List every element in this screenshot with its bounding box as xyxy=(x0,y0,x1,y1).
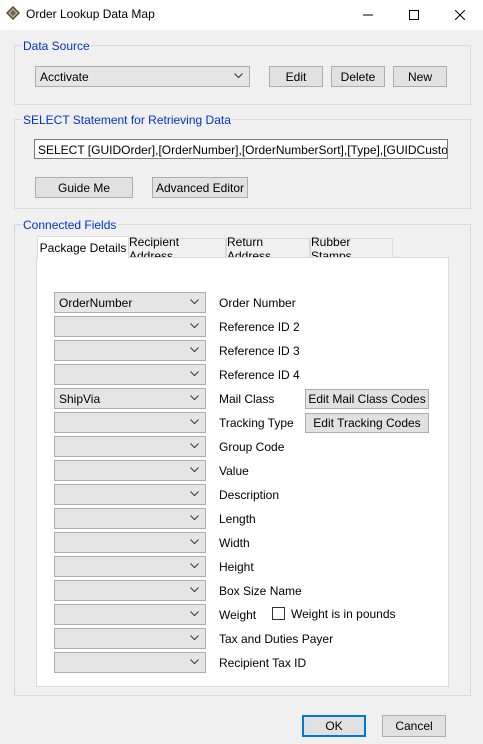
select-statement-text: SELECT [GUIDOrder],[OrderNumber],[OrderN… xyxy=(38,143,448,157)
chevron-down-icon xyxy=(190,395,199,401)
edit-data-source-button[interactable]: Edit xyxy=(269,66,323,87)
close-button[interactable] xyxy=(437,0,483,30)
field-select[interactable] xyxy=(54,340,206,361)
field-label: Box Size Name xyxy=(219,584,302,598)
field-select[interactable] xyxy=(54,532,206,553)
field-label: Tracking Type xyxy=(219,416,294,430)
field-label: Weight xyxy=(219,608,257,622)
chevron-down-icon xyxy=(190,467,199,473)
chevron-down-icon xyxy=(190,539,199,545)
field-select-value: ShipVia xyxy=(59,392,101,406)
chevron-down-icon xyxy=(190,443,199,449)
field-select[interactable] xyxy=(54,508,206,529)
guide-me-button[interactable]: Guide Me xyxy=(35,177,133,198)
advanced-editor-button[interactable]: Advanced Editor xyxy=(152,177,248,198)
weight-in-pounds-label: Weight is in pounds xyxy=(291,607,396,621)
field-select[interactable] xyxy=(54,364,206,385)
field-label: Description xyxy=(219,488,280,502)
field-select[interactable] xyxy=(54,316,206,337)
field-select[interactable] xyxy=(54,436,206,457)
maximize-button[interactable] xyxy=(391,0,437,30)
chevron-down-icon xyxy=(190,491,199,497)
field-label: Recipient Tax ID xyxy=(219,656,307,670)
chevron-down-icon xyxy=(234,73,243,79)
edit-tracking-codes-button[interactable]: Edit Tracking Codes xyxy=(305,413,429,433)
chevron-down-icon xyxy=(190,323,199,329)
delete-data-source-button[interactable]: Delete xyxy=(331,66,385,87)
weight-in-pounds-checkbox[interactable] xyxy=(272,607,285,620)
field-select[interactable]: ShipVia xyxy=(54,388,206,409)
field-label: Reference ID 3 xyxy=(219,344,300,358)
field-label: Height xyxy=(219,560,254,574)
chevron-down-icon xyxy=(190,299,199,305)
field-label: Reference ID 4 xyxy=(219,368,300,382)
field-select[interactable]: OrderNumber xyxy=(54,292,206,313)
data-source-group-label: Data Source xyxy=(22,39,91,53)
chevron-down-icon xyxy=(190,515,199,521)
select-statement-input[interactable]: SELECT [GUIDOrder],[OrderNumber],[OrderN… xyxy=(34,139,448,159)
chevron-down-icon xyxy=(190,611,199,617)
ok-button[interactable]: OK xyxy=(302,715,366,737)
maximize-icon xyxy=(409,10,419,20)
field-label: Tax and Duties Payer xyxy=(219,632,334,646)
edit-mail-class-codes-button[interactable]: Edit Mail Class Codes xyxy=(305,389,429,409)
minimize-button[interactable] xyxy=(345,0,391,30)
connected-fields-group-label: Connected Fields xyxy=(22,218,118,232)
field-select[interactable] xyxy=(54,652,206,673)
app-icon xyxy=(6,6,20,20)
cancel-button[interactable]: Cancel xyxy=(382,715,446,737)
select-statement-group-label: SELECT Statement for Retrieving Data xyxy=(22,113,232,127)
window-title: Order Lookup Data Map xyxy=(26,7,155,21)
field-label: Reference ID 2 xyxy=(219,320,300,334)
field-select-value: OrderNumber xyxy=(59,296,133,310)
chevron-down-icon xyxy=(190,635,199,641)
field-label: Mail Class xyxy=(219,392,275,406)
field-label: Order Number xyxy=(219,296,296,310)
field-label: Group Code xyxy=(219,440,285,454)
field-select[interactable] xyxy=(54,556,206,577)
field-select[interactable] xyxy=(54,412,206,433)
field-select[interactable] xyxy=(54,604,206,625)
minimize-icon xyxy=(363,14,373,16)
field-select[interactable] xyxy=(54,580,206,601)
field-label: Width xyxy=(219,536,250,550)
chevron-down-icon xyxy=(190,419,199,425)
close-icon xyxy=(455,10,465,20)
field-select[interactable] xyxy=(54,628,206,649)
field-select[interactable] xyxy=(54,460,206,481)
data-source-value: Acctivate xyxy=(40,70,89,84)
tab-recipient-address[interactable]: Recipient Address xyxy=(128,235,226,263)
new-data-source-button[interactable]: New xyxy=(393,66,447,87)
tab-rubber-stamps[interactable]: Rubber Stamps xyxy=(310,235,393,263)
chevron-down-icon xyxy=(190,347,199,353)
data-source-select[interactable]: Acctivate xyxy=(35,66,250,87)
chevron-down-icon xyxy=(190,371,199,377)
field-label: Value xyxy=(219,464,249,478)
chevron-down-icon xyxy=(190,659,199,665)
chevron-down-icon xyxy=(190,587,199,593)
tab-package-details[interactable]: Package Details xyxy=(37,236,129,258)
field-select[interactable] xyxy=(54,484,206,505)
field-label: Length xyxy=(219,512,256,526)
chevron-down-icon xyxy=(190,563,199,569)
title-bar: Order Lookup Data Map xyxy=(0,0,483,30)
tab-return-address[interactable]: Return Address xyxy=(226,235,310,263)
